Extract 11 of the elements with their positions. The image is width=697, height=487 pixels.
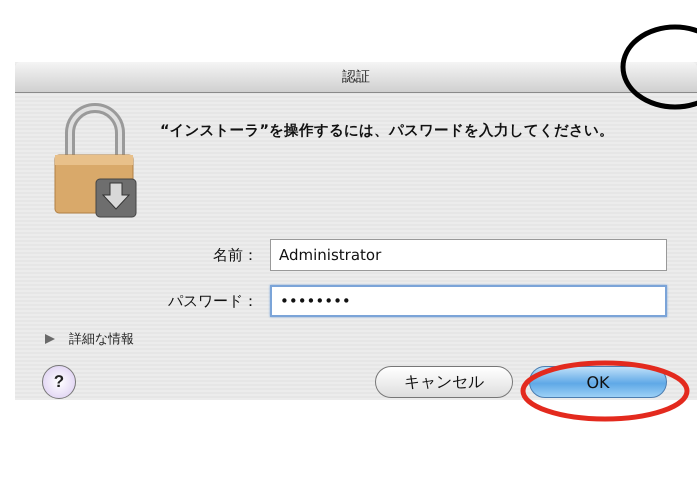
field-label: 名前：: [212, 246, 258, 264]
help-button[interactable]: ?: [42, 365, 76, 399]
details-label[interactable]: 詳細な情報: [69, 330, 134, 348]
input-field[interactable]: ••••••••: [270, 285, 667, 317]
window-title: 認証: [342, 68, 370, 86]
cancel-button[interactable]: キャンセル: [375, 366, 513, 398]
input-field[interactable]: Administrator: [270, 239, 667, 271]
ok-button[interactable]: OK: [529, 366, 667, 398]
prompt-message: “インストーラ”を操作するには、パスワードを入力してください。: [160, 122, 616, 141]
field-label: パスワード：: [167, 292, 258, 310]
disclosure-triangle-icon[interactable]: [45, 334, 55, 344]
